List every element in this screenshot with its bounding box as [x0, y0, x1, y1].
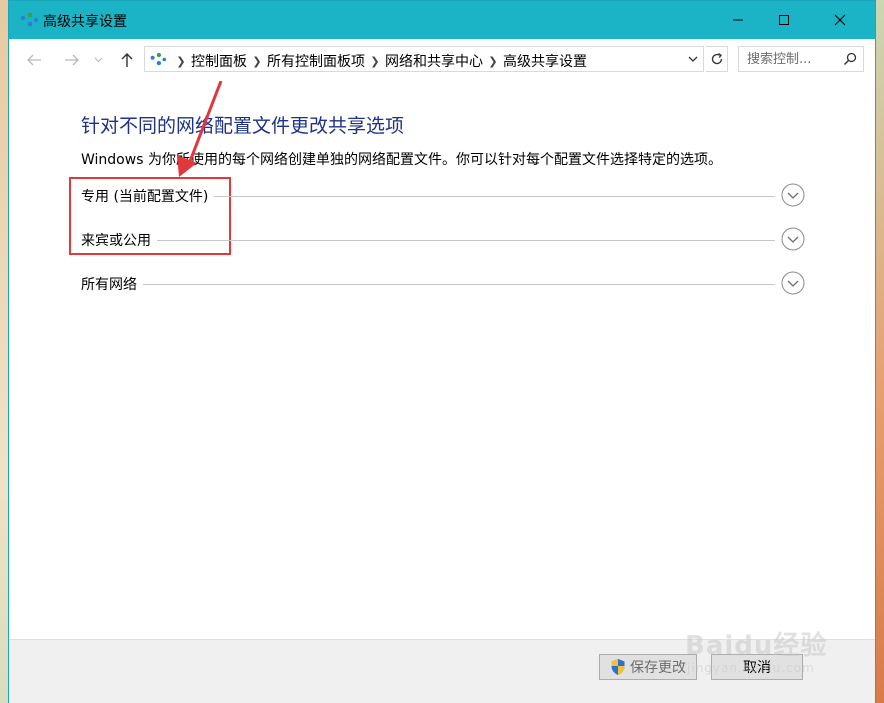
page-description: Windows 为你所使用的每个网络创建单独的网络配置文件。你可以针对每个配置文…: [81, 152, 722, 168]
section-divider: [81, 240, 775, 241]
breadcrumb-network-center[interactable]: 网络和共享中心: [385, 51, 483, 71]
chevron-down-icon[interactable]: [781, 183, 805, 207]
forward-arrow-icon: [65, 54, 79, 66]
chevron-right-icon[interactable]: ❯: [247, 55, 267, 68]
section-label[interactable]: 专用 (当前配置文件): [81, 186, 215, 206]
page-title: 针对不同的网络配置文件更改共享选项: [81, 115, 405, 137]
network-icon: [150, 52, 167, 66]
forward-button[interactable]: [61, 49, 83, 71]
chevron-down-icon[interactable]: [687, 53, 699, 65]
recent-locations-button[interactable]: [91, 49, 105, 71]
back-arrow-icon: [27, 54, 41, 66]
save-changes-button[interactable]: 保存更改: [599, 654, 697, 680]
close-button[interactable]: [817, 1, 863, 39]
back-button[interactable]: [23, 49, 45, 71]
section-divider: [81, 284, 775, 285]
chevron-right-icon[interactable]: ❯: [483, 55, 503, 68]
breadcrumb: ❯ 控制面板 ❯ 所有控制面板项 ❯ 网络和共享中心 ❯ 高级共享设置: [171, 51, 587, 71]
chevron-down-icon: [94, 57, 102, 63]
main-content: 针对不同的网络配置文件更改共享选项 Windows 为你所使用的每个网络创建单独…: [9, 81, 875, 639]
close-icon: [834, 14, 846, 26]
window-title: 高级共享设置: [43, 14, 127, 30]
search-input[interactable]: [747, 50, 835, 68]
breadcrumb-all-items[interactable]: 所有控制面板项: [267, 51, 365, 71]
section-label[interactable]: 来宾或公用: [81, 230, 157, 250]
title-bar: 高级共享设置: [9, 1, 875, 39]
advanced-sharing-window: 高级共享设置 ❯ 控制面板 ❯ 所有控制面板项 ❯ 网络和共享中心 ❯ 高级共享…: [8, 0, 876, 703]
cancel-button[interactable]: 取消: [711, 654, 803, 680]
chevron-right-icon[interactable]: ❯: [365, 55, 385, 68]
breadcrumb-advanced-sharing[interactable]: 高级共享设置: [503, 51, 587, 71]
refresh-button[interactable]: [706, 46, 728, 72]
refresh-icon: [711, 52, 722, 65]
section-all-networks[interactable]: 所有网络: [81, 270, 805, 298]
search-icon[interactable]: [843, 52, 857, 66]
save-label: 保存更改: [630, 660, 686, 676]
minimize-button[interactable]: [715, 1, 761, 39]
address-bar[interactable]: ❯ 控制面板 ❯ 所有控制面板项 ❯ 网络和共享中心 ❯ 高级共享设置: [144, 46, 704, 72]
chevron-down-icon[interactable]: [781, 271, 805, 295]
maximize-button[interactable]: [761, 1, 807, 39]
minimize-icon: [733, 19, 743, 21]
network-icon: [20, 12, 38, 27]
up-arrow-icon: [121, 53, 133, 67]
chevron-right-icon[interactable]: ❯: [171, 55, 191, 68]
breadcrumb-control-panel[interactable]: 控制面板: [191, 51, 247, 71]
up-button[interactable]: [116, 49, 138, 71]
navigation-bar: ❯ 控制面板 ❯ 所有控制面板项 ❯ 网络和共享中心 ❯ 高级共享设置: [9, 39, 875, 81]
section-label[interactable]: 所有网络: [81, 274, 143, 294]
button-bar: 保存更改 取消: [9, 639, 875, 703]
section-private-profile[interactable]: 专用 (当前配置文件): [81, 182, 805, 210]
search-box[interactable]: [738, 46, 864, 72]
chevron-down-icon[interactable]: [781, 227, 805, 251]
maximize-icon: [779, 15, 789, 25]
shield-icon: [611, 659, 625, 675]
